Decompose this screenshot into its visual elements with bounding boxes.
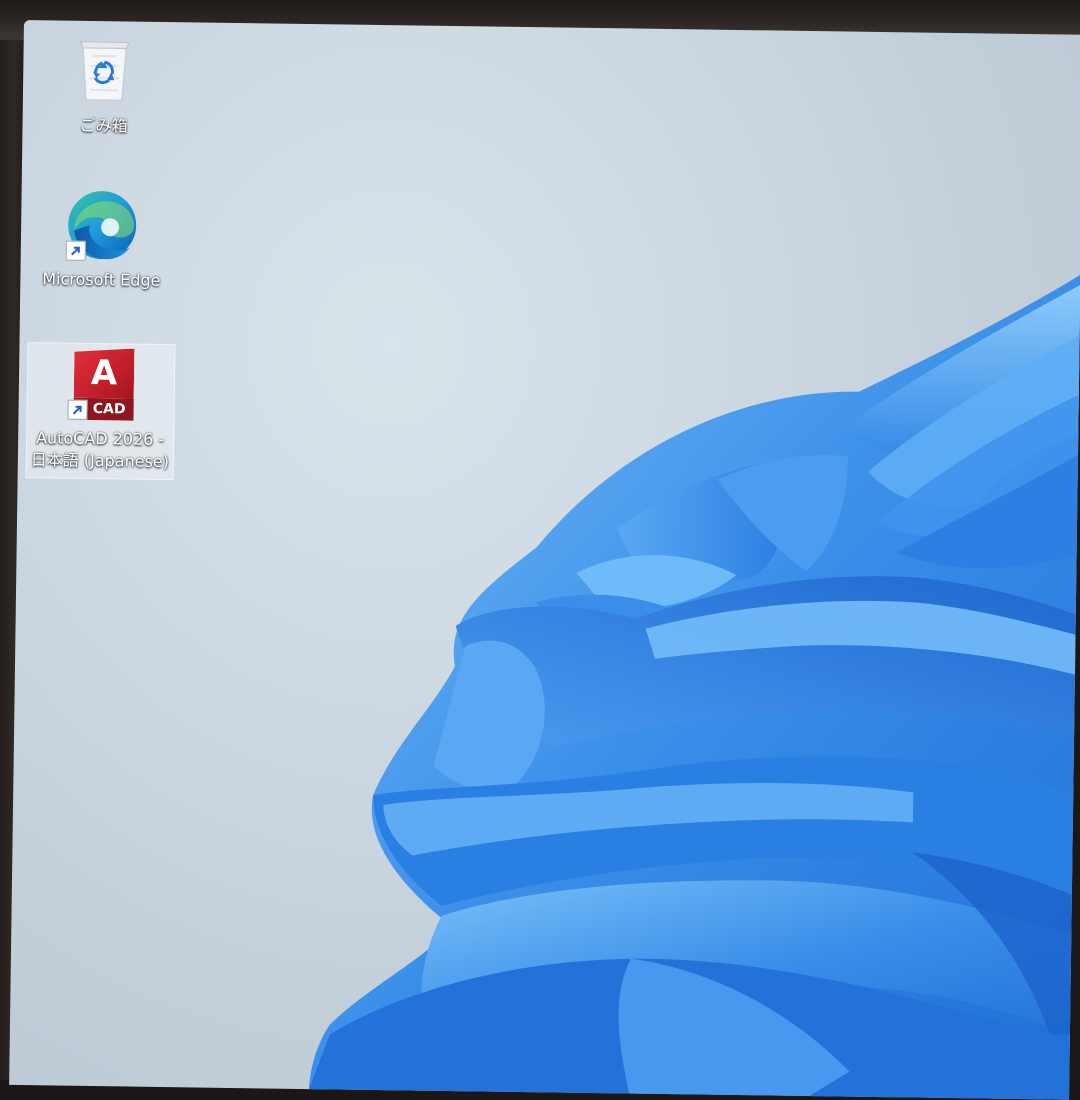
autocad-icon: A CAD [60, 344, 141, 425]
desktop-screen[interactable]: ごみ箱 Microsoft Edge A CAD AutoCAD 2026 - … [9, 20, 1080, 1100]
autocad-label-line2: 日本語 (Japanese) [30, 450, 170, 472]
autocad-label-line1: AutoCAD 2026 - [35, 428, 165, 449]
recycle-bin-icon [64, 31, 145, 112]
autocad-shortcut[interactable]: A CAD AutoCAD 2026 - 日本語 (Japanese) [25, 342, 176, 481]
microsoft-edge-label: Microsoft Edge [42, 269, 161, 290]
edge-icon [62, 185, 143, 266]
recycle-bin-shortcut[interactable]: ごみ箱 [30, 30, 177, 138]
autocad-glyph: A [74, 348, 135, 399]
bloom-wallpaper [309, 274, 1080, 1100]
microsoft-edge-shortcut[interactable]: Microsoft Edge [28, 184, 175, 292]
shortcut-arrow-icon [67, 399, 88, 420]
recycle-bin-label: ごみ箱 [79, 115, 128, 136]
shortcut-arrow-icon [65, 240, 86, 261]
